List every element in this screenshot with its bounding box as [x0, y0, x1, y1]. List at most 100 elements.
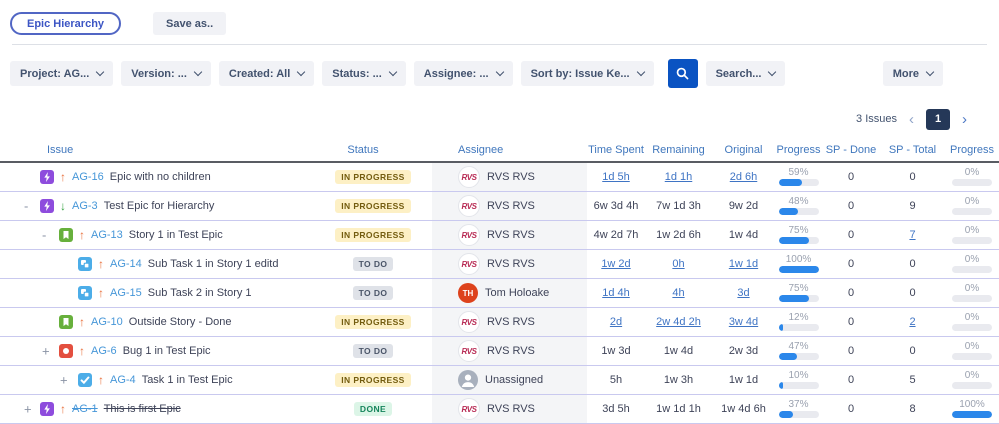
- issue-table-body: ↑AG-16Epic with no childrenIN PROGRESSRV…: [0, 163, 999, 424]
- issue-row: -↓AG-3Test Epic for HierarchyIN PROGRESS…: [0, 192, 999, 221]
- time-progress-cell: 100%: [775, 250, 822, 278]
- filter-version[interactable]: Version: ...: [121, 61, 211, 86]
- time-original-link[interactable]: 1w 1d: [729, 258, 758, 270]
- issue-key-link[interactable]: AG-16: [72, 171, 104, 183]
- time-spent-link[interactable]: 1d 5h: [602, 171, 630, 183]
- sp-total-link[interactable]: 2: [909, 316, 915, 328]
- issue-count-label: 3 Issues: [856, 113, 897, 125]
- priority-up-icon: ↑: [60, 403, 66, 415]
- time-progress-bar: [779, 266, 819, 273]
- time-original-link[interactable]: 2d 6h: [730, 171, 758, 183]
- priority-up-icon: ↑: [98, 287, 104, 299]
- task-icon: [78, 373, 92, 387]
- issue-key-link[interactable]: AG-14: [110, 258, 142, 270]
- search-button[interactable]: [668, 59, 698, 88]
- expand-toggle[interactable]: +: [42, 345, 50, 358]
- epic-hierarchy-view-button[interactable]: Epic Hierarchy: [10, 12, 121, 35]
- assignee-cell: RVSRVS RVS: [432, 192, 587, 220]
- priority-up-icon: ↑: [98, 374, 104, 386]
- sp-done-value: 0: [848, 200, 854, 212]
- issue-key-link[interactable]: AG-6: [91, 345, 117, 357]
- time-progress-label: 47%: [788, 342, 808, 352]
- time-remaining-link[interactable]: 2w 4d 2h: [656, 316, 701, 328]
- column-header-remaining: Remaining: [645, 144, 712, 156]
- filter-project[interactable]: Project: AG...: [10, 61, 113, 86]
- time-remaining-value: 1w 1d 1h: [656, 403, 701, 415]
- time-spent-cell: 1w 3d: [587, 337, 645, 365]
- top-toolbar: Epic Hierarchy Save as..: [0, 0, 999, 35]
- time-progress-cell: 10%: [775, 366, 822, 394]
- time-original-link[interactable]: 3d: [737, 287, 749, 299]
- filter-created[interactable]: Created: All: [219, 61, 314, 86]
- time-remaining-cell: 1w 2d 6h: [645, 221, 712, 249]
- time-remaining-cell: 1w 3h: [645, 366, 712, 394]
- filter-chip-group: Project: AG... Version: ... Created: All St…: [10, 61, 654, 86]
- issue-inner: ↑AG-13Story 1 in Test Epic: [0, 228, 223, 242]
- filter-assignee[interactable]: Assignee: ...: [414, 61, 513, 86]
- issue-summary: Task 1 in Test Epic: [142, 374, 233, 386]
- sp-total-link[interactable]: 7: [909, 229, 915, 241]
- time-remaining-link[interactable]: 4h: [672, 287, 684, 299]
- expand-toggle[interactable]: +: [24, 403, 32, 416]
- sp-done-value: 0: [848, 403, 854, 415]
- time-spent-cell: 4w 2d 7h: [587, 221, 645, 249]
- issue-key-link[interactable]: AG-3: [72, 200, 98, 212]
- avatar: RVS: [458, 166, 480, 188]
- time-original-link[interactable]: 3w 4d: [729, 316, 758, 328]
- epic-hierarchy-app: Epic Hierarchy Save as.. Project: AG... V…: [0, 0, 999, 424]
- time-progress-bar: [779, 411, 819, 418]
- time-spent-value: 3d 5h: [602, 403, 630, 415]
- table-header-row: IssueStatusAssigneeTime SpentRemainingOr…: [0, 138, 999, 163]
- sp-total-cell: 0: [880, 163, 945, 191]
- time-progress-bar-fill: [779, 295, 809, 302]
- save-as-button[interactable]: Save as..: [153, 12, 226, 35]
- time-spent-link[interactable]: 2d: [610, 316, 622, 328]
- assignee-name: Tom Holoake: [485, 287, 549, 299]
- search-dropdown[interactable]: Search...: [706, 61, 786, 86]
- avatar: RVS: [458, 311, 480, 333]
- time-remaining-link[interactable]: 0h: [672, 258, 684, 270]
- collapse-toggle[interactable]: -: [42, 229, 46, 242]
- time-original-value: 2w 3d: [729, 345, 758, 357]
- time-spent-value: 1w 3d: [601, 345, 630, 357]
- status-cell: IN PROGRESS: [314, 221, 432, 249]
- time-progress-bar-fill: [779, 382, 783, 389]
- issue-row: ↑AG-10Outside Story - DoneIN PROGRESSRVS…: [0, 308, 999, 337]
- sp-total-cell: 2: [880, 308, 945, 336]
- current-page-button[interactable]: 1: [926, 109, 950, 130]
- sp-done-value: 0: [848, 374, 854, 386]
- assignee-cell: RVSRVS RVS: [432, 250, 587, 278]
- issue-key-link[interactable]: AG-13: [91, 229, 123, 241]
- time-spent-cell: 6w 3d 4h: [587, 192, 645, 220]
- time-remaining-link[interactable]: 1d 1h: [665, 171, 693, 183]
- issue-key-link[interactable]: AG-1: [72, 403, 98, 415]
- time-progress-cell: 75%: [775, 279, 822, 307]
- story-icon: [59, 228, 73, 242]
- time-remaining-cell: 1d 1h: [645, 163, 712, 191]
- assignee-name: RVS RVS: [487, 258, 535, 270]
- sp-total-cell: 9: [880, 192, 945, 220]
- more-button[interactable]: More: [883, 61, 943, 86]
- expand-toggle[interactable]: +: [60, 374, 68, 387]
- assignee-name: RVS RVS: [487, 345, 535, 357]
- next-page-icon[interactable]: ›: [960, 112, 969, 127]
- more-wrap: More: [883, 61, 943, 86]
- column-header-original: Original: [712, 144, 775, 156]
- chevron-down-icon: [926, 68, 934, 76]
- time-spent-link[interactable]: 1w 2d: [601, 258, 630, 270]
- epic-icon: [40, 199, 54, 213]
- filter-status[interactable]: Status: ...: [322, 61, 406, 86]
- issue-key-link[interactable]: AG-4: [110, 374, 136, 386]
- filter-sort-by[interactable]: Sort by: Issue Ke...: [521, 61, 654, 86]
- sp-progress-bar-fill: [952, 411, 992, 418]
- time-progress-bar: [779, 353, 819, 360]
- time-remaining-value: 1w 3h: [664, 374, 693, 386]
- issue-key-link[interactable]: AG-15: [110, 287, 142, 299]
- sp-progress-bar: [952, 324, 992, 331]
- collapse-toggle[interactable]: -: [24, 200, 28, 213]
- issue-key-link[interactable]: AG-10: [91, 316, 123, 328]
- time-spent-link[interactable]: 1d 4h: [602, 287, 630, 299]
- prev-page-icon[interactable]: ‹: [907, 112, 916, 127]
- time-remaining-cell: 4h: [645, 279, 712, 307]
- chevron-down-icon: [768, 68, 776, 76]
